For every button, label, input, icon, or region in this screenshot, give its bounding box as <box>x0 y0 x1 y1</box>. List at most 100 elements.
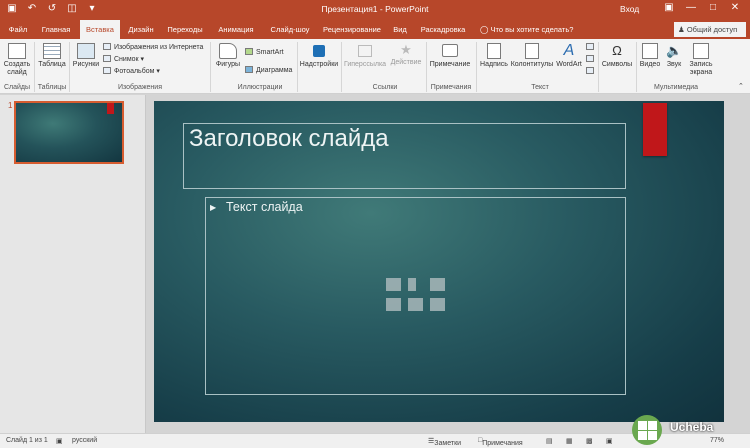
smartart-button[interactable]: SmartArt <box>245 48 284 58</box>
textbox-button[interactable]: Надпись <box>478 43 510 69</box>
minimize-icon[interactable]: — <box>680 2 702 13</box>
date-time-button[interactable] <box>586 43 597 53</box>
slide-number-button[interactable] <box>586 55 597 65</box>
photo-album-icon <box>103 67 111 74</box>
close-icon[interactable]: ✕ <box>724 2 746 13</box>
video-button[interactable]: Видео <box>638 43 662 69</box>
action-label: Действие <box>390 59 422 66</box>
wordart-button[interactable]: A WordArt <box>554 43 584 69</box>
new-slide-label: Создать слайд <box>3 61 31 76</box>
screen-recording-label: Запись экрана <box>689 61 713 76</box>
sign-in-link[interactable]: Вход <box>620 4 639 14</box>
tab-home[interactable]: Главная <box>36 20 76 39</box>
insert-picture-icon[interactable] <box>386 298 401 311</box>
ribbon-tab-row: Файл Главная Вставка Дизайн Переходы Ани… <box>0 20 750 39</box>
group-separator <box>210 42 211 92</box>
header-footer-label: Колонтитулы <box>510 61 554 68</box>
table-icon <box>43 43 61 59</box>
new-slide-button[interactable]: Создать слайд <box>3 43 31 77</box>
pictures-button[interactable]: Рисунки <box>72 43 100 69</box>
smartart-label: SmartArt <box>256 49 284 56</box>
group-label-tables: Таблицы <box>37 84 67 91</box>
reading-view-icon[interactable]: ▩ <box>586 437 593 445</box>
ribbon-options-icon[interactable]: ▣ <box>658 2 680 13</box>
ribbon-insert: Создать слайд Слайды Таблица Таблицы Рис… <box>0 39 750 94</box>
link-icon <box>358 45 372 57</box>
insert-table-icon[interactable] <box>386 278 401 291</box>
tab-storyboarding[interactable]: Раскадровка <box>418 20 468 39</box>
smartart-icon <box>245 48 253 55</box>
omega-icon: Ω <box>612 43 622 58</box>
slide-sorter-icon[interactable]: ▦ <box>566 437 573 445</box>
group-separator <box>34 42 35 92</box>
group-label-illustrations: Иллюстрации <box>237 84 283 91</box>
notes-button[interactable]: ☰ Заметки <box>428 437 461 447</box>
table-button[interactable]: Таблица <box>37 43 67 69</box>
maximize-icon[interactable]: □ <box>702 2 724 13</box>
tab-animations[interactable]: Анимация <box>212 20 260 39</box>
tab-design[interactable]: Дизайн <box>124 20 158 39</box>
slide-thumbnail[interactable] <box>14 101 124 164</box>
tab-review[interactable]: Рецензирование <box>320 20 384 39</box>
group-separator <box>426 42 427 92</box>
audio-button[interactable]: 🔈 Звук <box>662 43 686 69</box>
symbols-button[interactable]: Ω Символы <box>600 43 634 69</box>
comment-button[interactable]: Примечание <box>428 43 472 69</box>
insert-video-icon[interactable] <box>430 298 445 311</box>
screen-recording-button[interactable]: Запись экрана <box>686 43 716 77</box>
slide-bookmark-decoration <box>643 103 667 156</box>
photo-album-button[interactable]: Фотоальбом ▾ <box>103 67 160 77</box>
online-pictures-button[interactable]: Изображения из Интернета <box>103 43 203 53</box>
tab-view[interactable]: Вид <box>388 20 412 39</box>
group-separator <box>636 42 637 92</box>
tell-me-text: Что вы хотите сделать? <box>490 25 574 34</box>
window-controls: ▣ — □ ✕ <box>658 2 746 13</box>
new-slide-icon <box>8 43 26 59</box>
insert-chart-icon[interactable] <box>408 278 416 291</box>
comments-button[interactable]: □ Примечания <box>478 437 523 447</box>
screenshot-button[interactable]: Снимок ▾ <box>103 55 144 65</box>
action-button[interactable]: ★ Действие <box>389 43 423 67</box>
group-separator <box>297 42 298 92</box>
insert-smartart-icon[interactable] <box>430 278 445 291</box>
slide-body-text[interactable]: Текст слайда <box>226 200 303 214</box>
language-indicator[interactable]: русский <box>72 437 97 444</box>
bullet-icon: ▶ <box>210 203 217 212</box>
tab-insert[interactable]: Вставка <box>80 20 120 39</box>
group-label-links: Ссылки <box>372 84 398 91</box>
tab-file[interactable]: Файл <box>4 20 32 39</box>
normal-view-icon[interactable]: ▤ <box>546 437 553 445</box>
tab-transitions[interactable]: Переходы <box>164 20 206 39</box>
tab-slideshow[interactable]: Слайд-шоу <box>264 20 316 39</box>
globe-picture-icon <box>103 43 111 50</box>
comment-icon <box>442 44 458 57</box>
shapes-label: Фигуры <box>215 61 241 68</box>
header-footer-icon <box>525 43 539 59</box>
object-icon <box>586 67 594 74</box>
group-label-slides: Слайды <box>3 84 31 91</box>
comments-label: Примечания <box>482 440 523 447</box>
share-button[interactable]: ♟ Общий доступ <box>674 22 746 37</box>
thumbnail-number: 1 <box>8 101 13 110</box>
addins-label: Надстройки <box>299 61 339 68</box>
screenshot-icon <box>103 55 111 62</box>
addins-button[interactable]: Надстройки <box>299 43 339 69</box>
collapse-ribbon-icon[interactable]: ⌃ <box>738 82 744 92</box>
shapes-button[interactable]: Фигуры <box>213 43 243 69</box>
textbox-label: Надпись <box>480 61 508 68</box>
hyperlink-button[interactable]: Гиперссылка <box>343 43 387 69</box>
watermark-logo-icon <box>632 415 662 445</box>
object-button[interactable] <box>586 67 597 77</box>
slide-title[interactable]: Заголовок слайда <box>189 125 389 153</box>
speaker-icon: 🔈 <box>666 43 683 58</box>
header-footer-button[interactable]: Колонтитулы <box>510 43 554 69</box>
tell-me-box[interactable]: ◯ Что вы хотите сделать? <box>480 20 573 39</box>
thumbnail-bookmark <box>107 103 114 114</box>
chart-button[interactable]: Диаграмма <box>245 66 292 76</box>
table-label: Таблица <box>38 61 66 68</box>
insert-online-picture-icon[interactable] <box>408 298 423 311</box>
slideshow-icon[interactable]: ▣ <box>606 437 613 445</box>
lightbulb-icon: ◯ <box>480 25 489 34</box>
group-label-text: Текст <box>531 84 549 91</box>
spellcheck-icon[interactable]: ▣ <box>56 437 63 445</box>
